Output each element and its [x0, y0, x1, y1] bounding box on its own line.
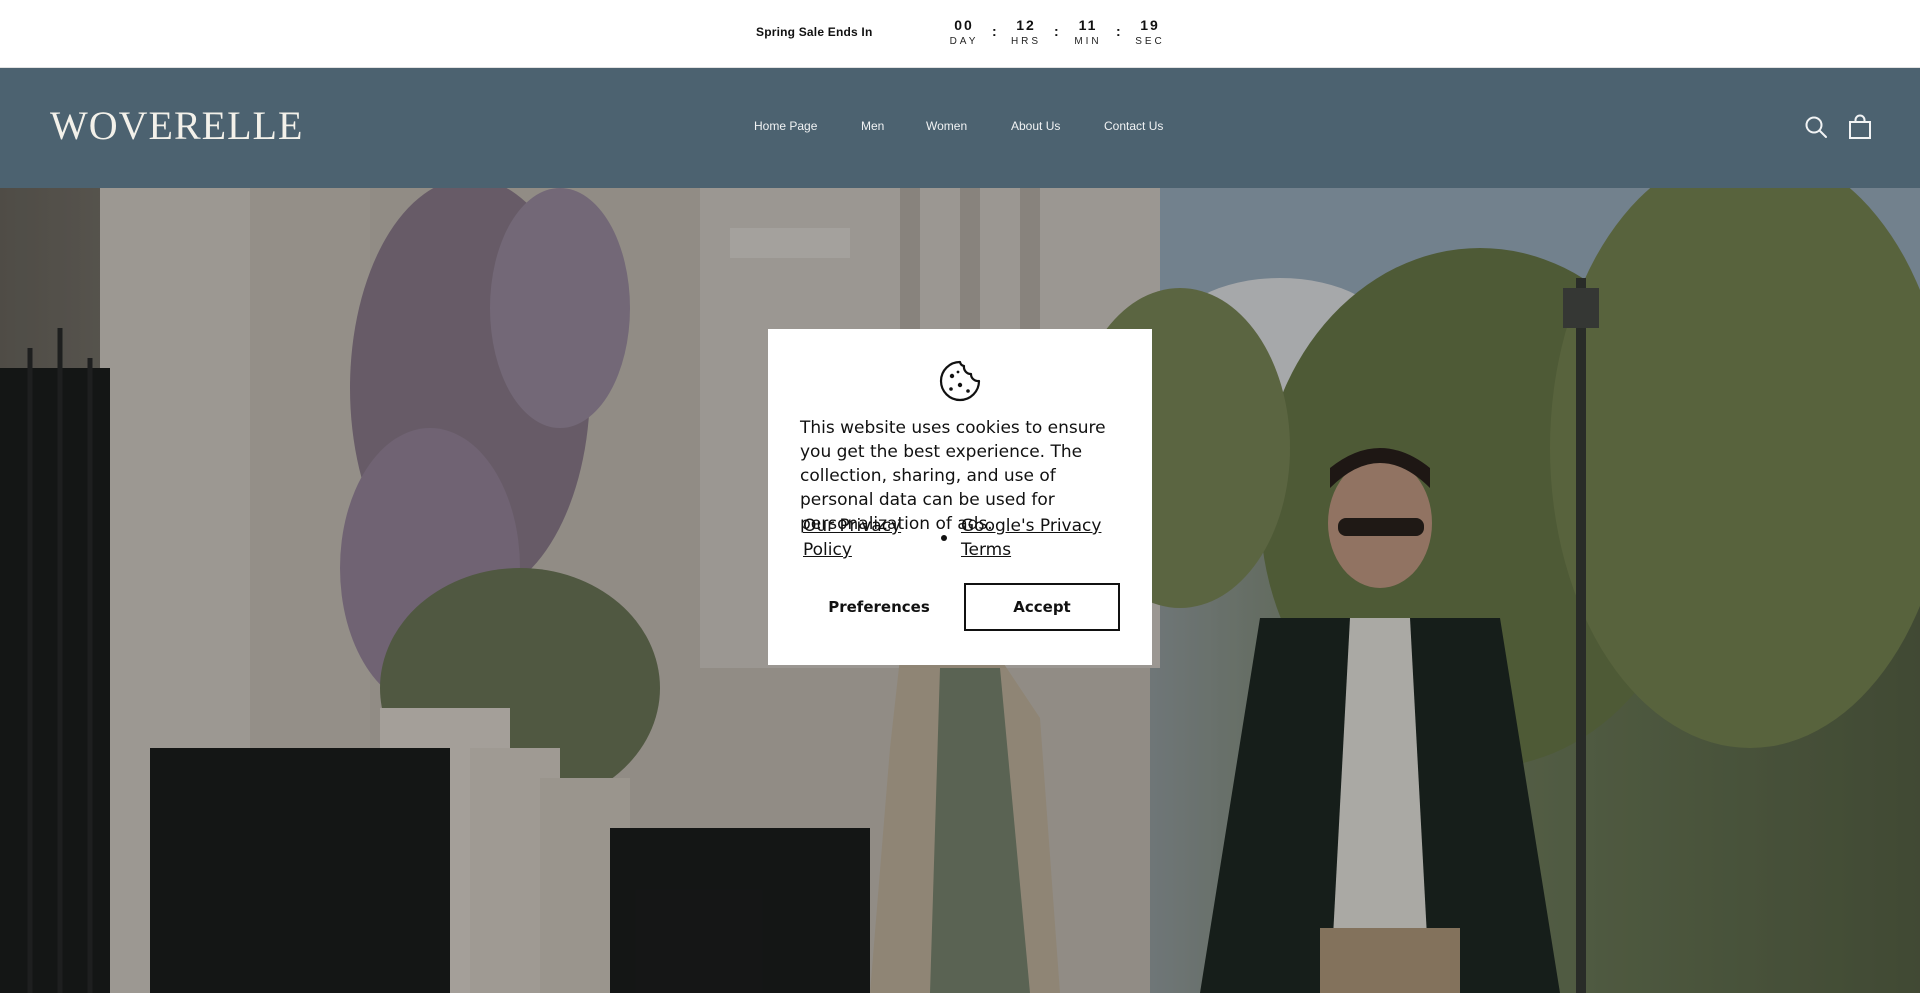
- countdown-seconds-value: 19: [1140, 17, 1160, 33]
- countdown-hours-label: HRS: [1010, 36, 1042, 47]
- countdown-separator: :: [1116, 23, 1121, 39]
- search-icon[interactable]: [1803, 114, 1829, 140]
- nav-women[interactable]: Women: [926, 118, 967, 134]
- link-bullet: [941, 535, 947, 541]
- shopping-bag-icon[interactable]: [1847, 114, 1873, 140]
- countdown-hours: 12 HRS: [1006, 17, 1046, 49]
- nav-about-us[interactable]: About Us: [1011, 118, 1060, 134]
- google-privacy-terms-link[interactable]: Google's Privacy Terms: [961, 514, 1126, 562]
- countdown-hours-value: 12: [1016, 17, 1036, 33]
- countdown-days-value: 00: [954, 17, 974, 33]
- privacy-policy-link[interactable]: Our Privacy Policy: [803, 514, 923, 562]
- accept-button[interactable]: Accept: [964, 583, 1120, 631]
- sale-text: Spring Sale Ends In: [756, 25, 873, 39]
- countdown-minutes: 11 MIN: [1068, 17, 1108, 49]
- preferences-button[interactable]: Preferences: [800, 583, 958, 631]
- cookie-consent-modal: This website uses cookies to ensure you …: [768, 329, 1152, 665]
- countdown-seconds: 19 SEC: [1130, 17, 1170, 49]
- nav-contact-us[interactable]: Contact Us: [1104, 118, 1163, 134]
- announcement-bar: Spring Sale Ends In 00 DAY : 12 HRS : 11…: [0, 0, 1920, 68]
- cookie-links: Our Privacy Policy Google's Privacy Term…: [800, 514, 1130, 566]
- countdown-minutes-label: MIN: [1074, 36, 1102, 47]
- countdown-days-label: DAY: [949, 36, 979, 47]
- brand-logo[interactable]: WOVERELLE: [50, 104, 303, 148]
- countdown-separator: :: [992, 23, 997, 39]
- countdown-minutes-value: 11: [1078, 17, 1098, 33]
- countdown-days: 00 DAY: [944, 17, 984, 49]
- countdown-separator: :: [1054, 23, 1059, 39]
- nav-men[interactable]: Men: [861, 118, 884, 134]
- nav-home-page[interactable]: Home Page: [754, 118, 817, 134]
- site-header: WOVERELLE Home Page Men Women About Us C…: [0, 68, 1920, 188]
- cookie-icon: [938, 359, 982, 403]
- countdown-seconds-label: SEC: [1135, 36, 1165, 47]
